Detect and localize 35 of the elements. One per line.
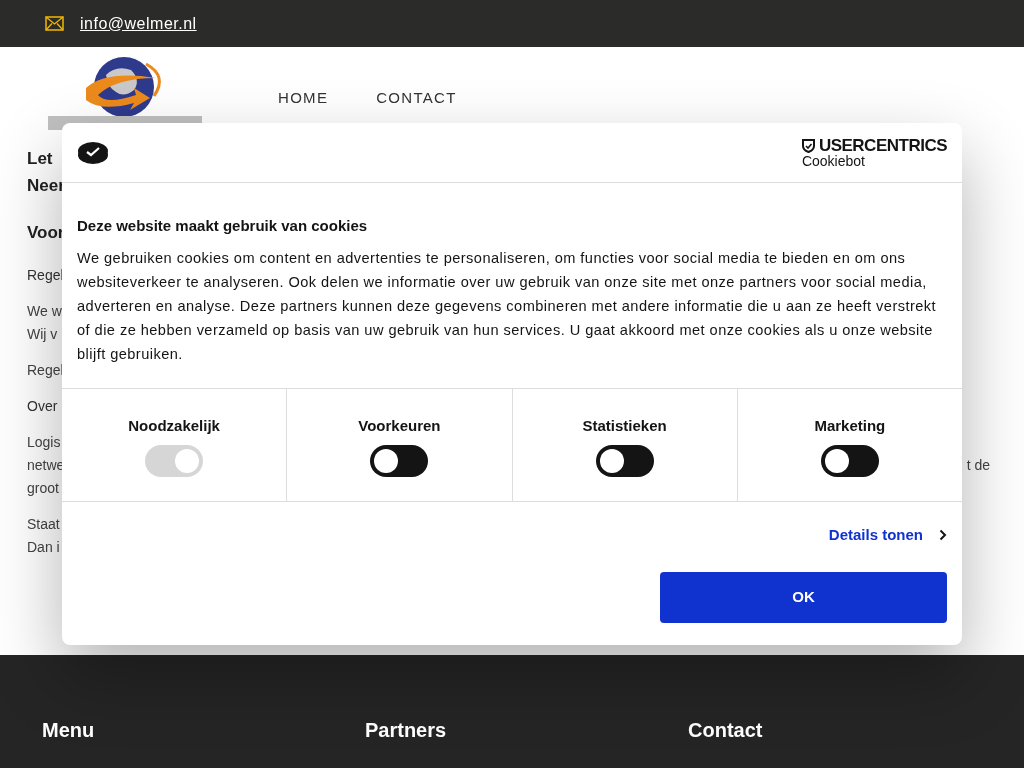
- details-link[interactable]: Details tonen: [828, 523, 947, 546]
- heading-text: Let: [27, 148, 53, 170]
- toggle-switch[interactable]: [820, 445, 879, 477]
- toggle-switch[interactable]: [370, 445, 429, 477]
- email-link[interactable]: info@welmer.nl: [80, 11, 197, 36]
- heading-text: Neer: [27, 175, 65, 197]
- dialog-text: We gebruiken cookies om content en advertenties te personaliseren, om functies voor social media te bieden en om ons websiteverkeer te analyseren. Ook delen we informatie over uw gebruik van onze site met onze partners voor social media, adverteren en analyse. Deze partners kunnen deze gegevens combineren met andere informatie die u aan ze heeft verstrekt of die ze hebben verzameld op basis van uw gebruik van hun services. U gaat akkoord met onze cookies als u onze website blijft gebruiken.: [77, 248, 938, 364]
- footer-heading: Partners: [365, 718, 448, 743]
- paragraph-text: t de: [966, 456, 990, 475]
- paragraph-text: Logis: [27, 433, 61, 452]
- brand-name: USERCENTRICS: [818, 137, 947, 154]
- ok-button[interactable]: OK: [660, 572, 947, 623]
- category-label: Voorkeuren: [358, 415, 441, 436]
- footer-heading: Contact: [688, 718, 764, 743]
- category-label: Statistieken: [582, 415, 667, 436]
- shield-icon: [801, 138, 815, 153]
- paragraph-text: Staat: [27, 515, 60, 534]
- dialog-title: Deze website maakt gebruik van cookies: [77, 216, 369, 236]
- nav-link[interactable]: CONTACT: [376, 87, 457, 110]
- paragraph-text: Wij v: [27, 325, 58, 344]
- chevron-icon: [939, 528, 947, 541]
- mail-icon: [45, 16, 64, 31]
- category-label: Noodzakelijk: [128, 415, 220, 436]
- paragraph-text: We w: [27, 302, 62, 321]
- footer-heading: Menu: [42, 718, 96, 743]
- cookie-check-icon: [77, 140, 109, 165]
- paragraph-text: netwe: [27, 456, 65, 475]
- brand-subtitle: Cookiebot: [801, 154, 866, 168]
- heading-text: Voor: [27, 222, 65, 244]
- paragraph-text: Dan i: [27, 538, 60, 557]
- paragraph-text: Over: [27, 397, 58, 416]
- category-label: Marketing: [814, 415, 886, 436]
- toggle-switch[interactable]: [595, 445, 654, 477]
- nav-link[interactable]: HOME: [278, 87, 329, 110]
- paragraph-text: groot: [27, 479, 59, 498]
